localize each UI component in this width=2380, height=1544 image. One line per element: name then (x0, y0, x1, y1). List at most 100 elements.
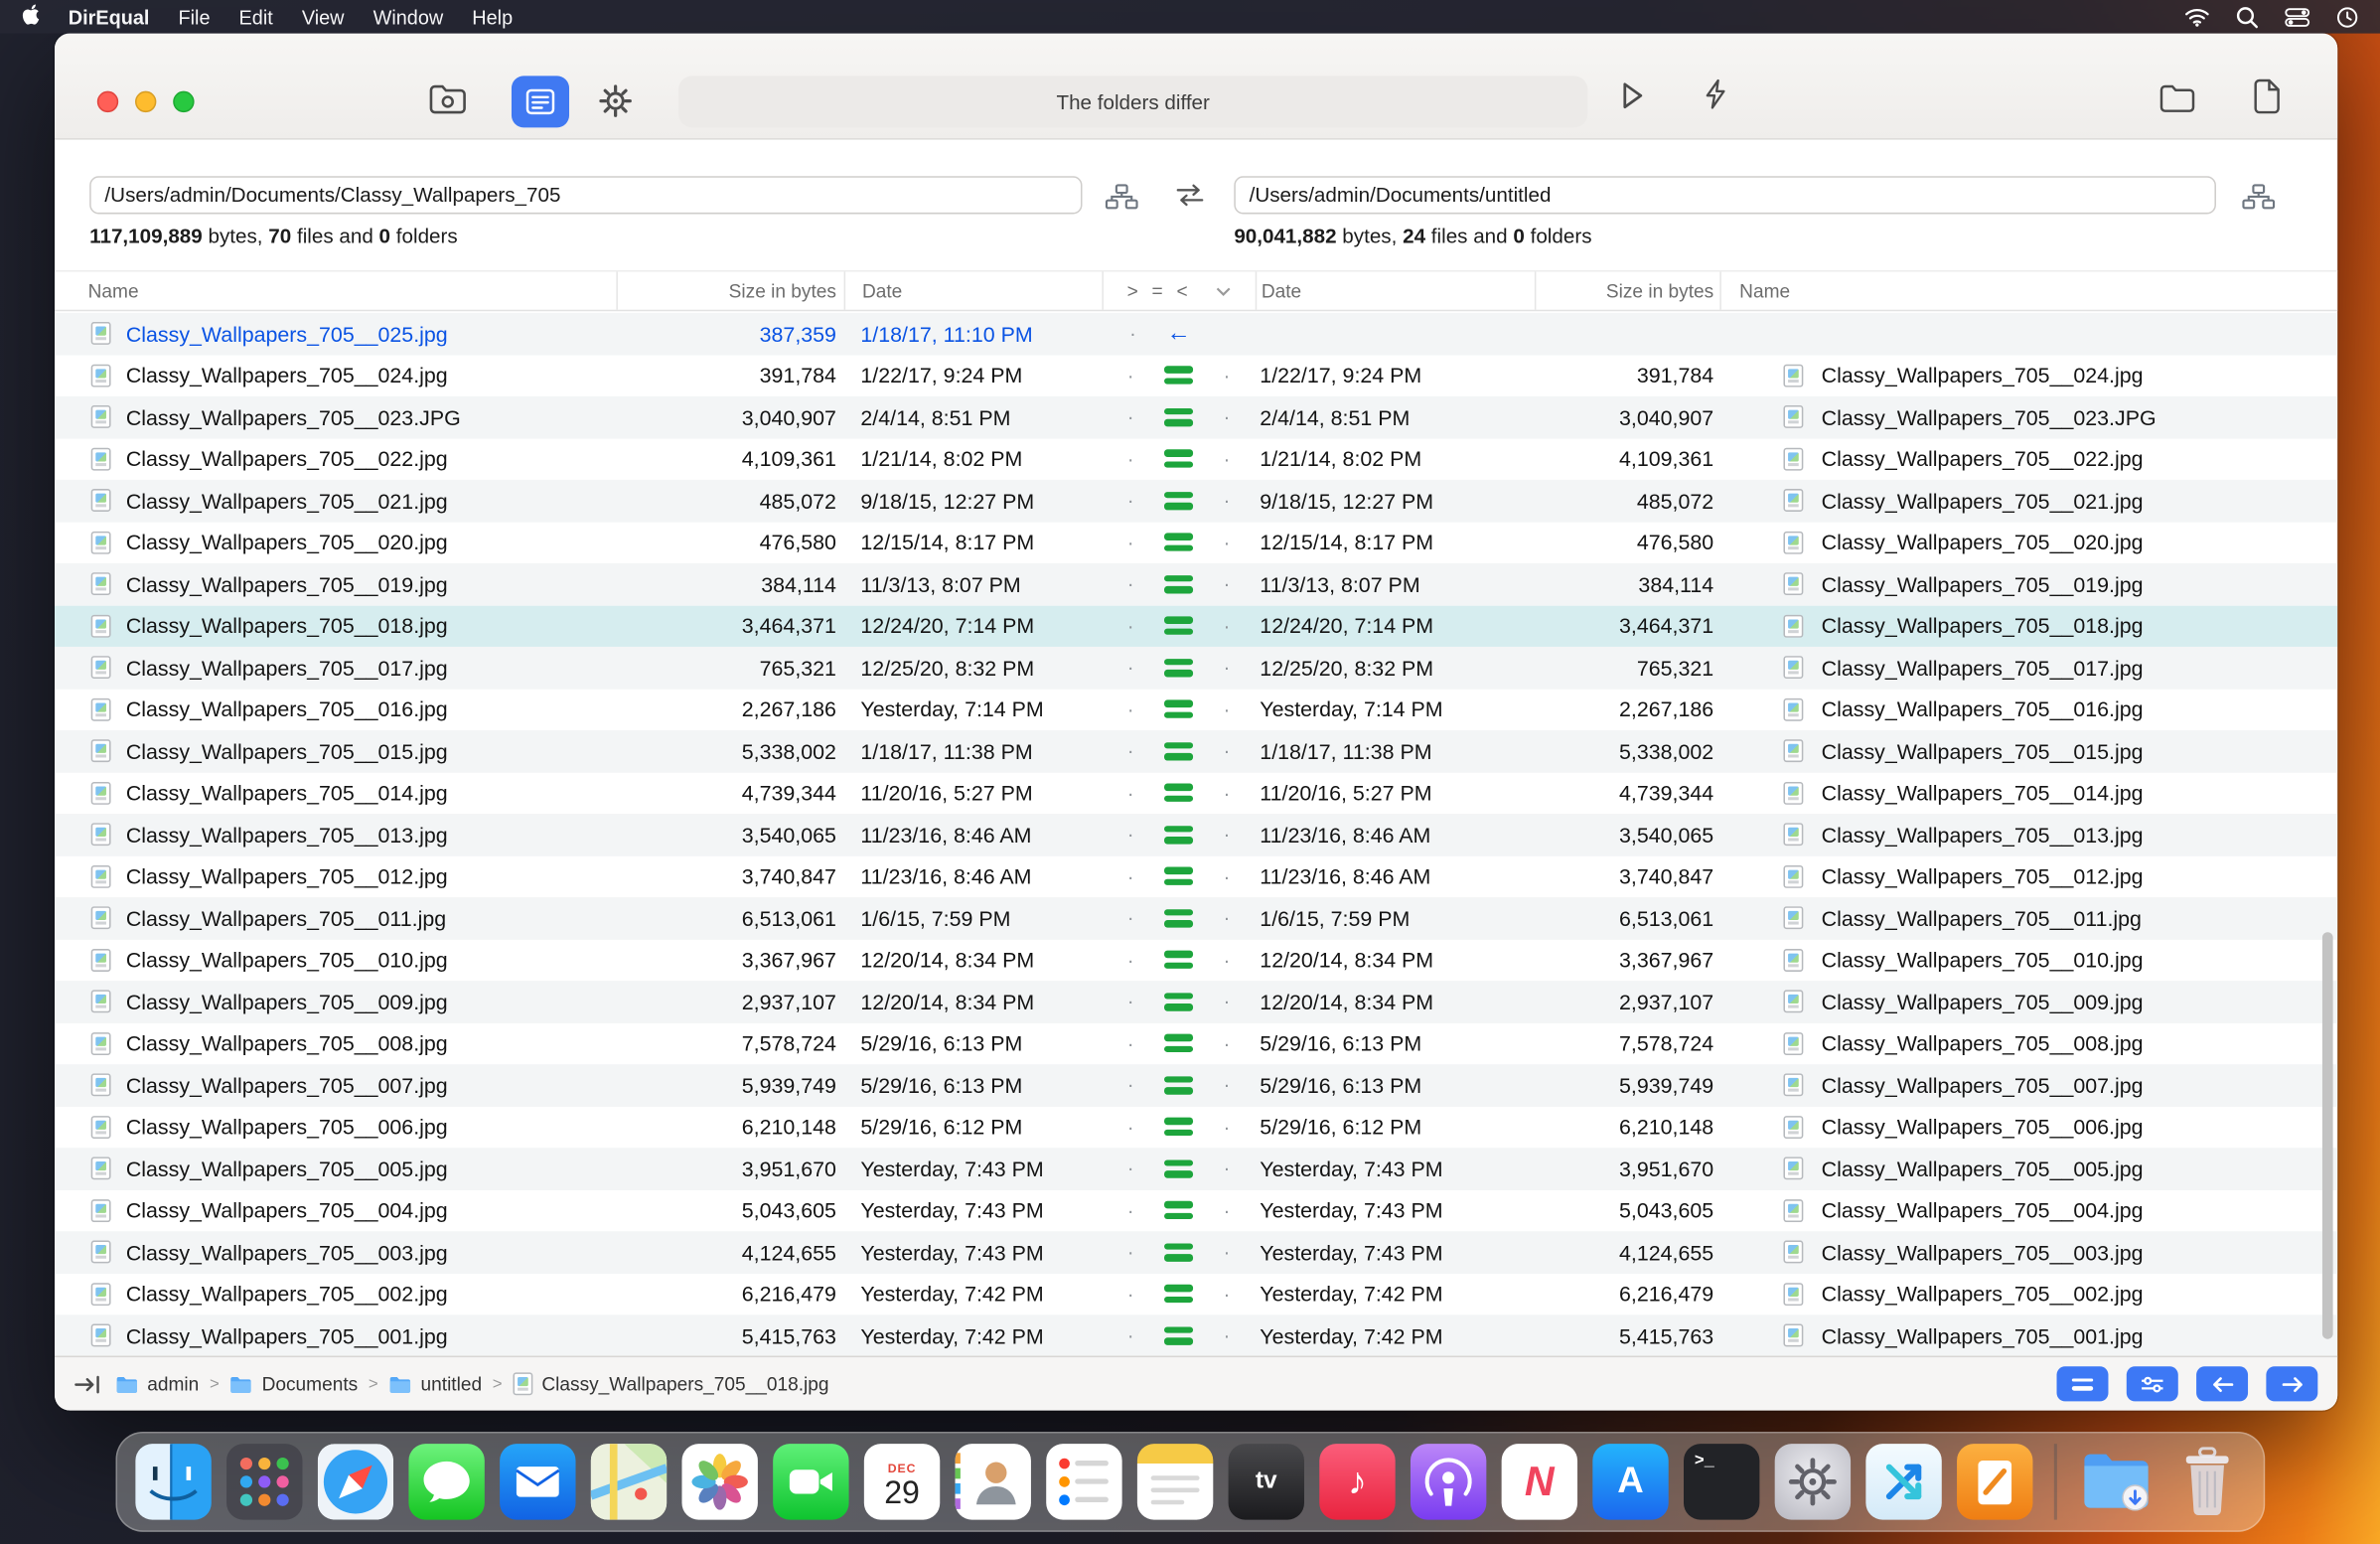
table-row[interactable]: Classy_Wallpapers_705__018.jpg 3,464,371… (55, 604, 2338, 647)
dock-finder-icon[interactable] (135, 1444, 212, 1520)
size-cell-left: 5,939,749 (741, 1072, 836, 1098)
copy-left-button[interactable] (2196, 1366, 2249, 1402)
chevron-down-icon[interactable] (1217, 286, 1232, 296)
menu-help[interactable]: Help (472, 5, 513, 28)
apple-menu-icon[interactable] (21, 3, 40, 31)
table-row[interactable]: Classy_Wallpapers_705__006.jpg 6,210,148… (55, 1106, 2337, 1148)
show-equal-filter-button[interactable] (2056, 1366, 2109, 1402)
table-row[interactable]: Classy_Wallpapers_705__012.jpg 3,740,847… (55, 855, 2337, 897)
copy-right-button[interactable] (2266, 1366, 2318, 1402)
equal-icon (1164, 950, 1194, 970)
table-row[interactable]: Classy_Wallpapers_705__011.jpg 6,513,061… (55, 897, 2338, 940)
quick-sync-button[interactable] (1703, 77, 1728, 111)
dock-music-icon[interactable]: ♪ (1319, 1444, 1396, 1520)
dock-mail-icon[interactable] (500, 1444, 576, 1520)
dock-direqual-icon[interactable] (1865, 1444, 1942, 1520)
menu-view[interactable]: View (302, 5, 345, 28)
table-row[interactable]: Classy_Wallpapers_705__017.jpg 765,321 1… (55, 646, 2338, 689)
dock-notes-icon[interactable] (1136, 1444, 1214, 1520)
reveal-folder-button[interactable] (2158, 83, 2196, 114)
table-row[interactable]: Classy_Wallpapers_705__023.JPG 3,040,907… (55, 395, 2338, 438)
table-row[interactable]: Classy_Wallpapers_705__020.jpg 476,580 1… (55, 522, 2337, 563)
table-row[interactable]: Classy_Wallpapers_705__015.jpg 5,338,002… (55, 729, 2338, 773)
control-center-icon[interactable] (2285, 7, 2310, 27)
dock-messages-icon[interactable] (408, 1444, 485, 1520)
dock-apple-tv-icon[interactable]: tv (1228, 1444, 1304, 1520)
dock-maps-icon[interactable] (590, 1444, 668, 1520)
table-row[interactable]: Classy_Wallpapers_705__010.jpg 3,367,967… (55, 939, 2337, 981)
dock-calendar-icon[interactable]: DEC 29 (863, 1444, 941, 1520)
wifi-icon[interactable] (2184, 7, 2210, 27)
breadcrumb-documents[interactable]: Documents (229, 1373, 358, 1395)
spotlight-search-icon[interactable] (2236, 5, 2259, 28)
table-row[interactable]: Classy_Wallpapers_705__005.jpg 3,951,670… (55, 1148, 2338, 1190)
zoom-button[interactable] (173, 90, 195, 113)
left-path-field[interactable]: /Users/admin/Documents/Classy_Wallpapers… (89, 176, 1083, 215)
table-row[interactable]: Classy_Wallpapers_705__002.jpg 6,216,479… (55, 1273, 2337, 1314)
file-icon (90, 906, 111, 930)
table-row[interactable]: Classy_Wallpapers_705__014.jpg 4,739,344… (55, 772, 2337, 814)
dock-app-store-icon[interactable]: A (1592, 1444, 1669, 1520)
table-row[interactable]: Classy_Wallpapers_705__022.jpg 4,109,361… (55, 438, 2337, 480)
table-row[interactable]: Classy_Wallpapers_705__024.jpg 391,784 1… (55, 355, 2337, 396)
menu-window[interactable]: Window (373, 5, 444, 28)
dock-photos-icon[interactable] (681, 1444, 758, 1520)
table-row[interactable]: Classy_Wallpapers_705__004.jpg 5,043,605… (55, 1189, 2337, 1231)
right-path-field[interactable]: /Users/admin/Documents/untitled (1234, 176, 2216, 215)
dock-system-preferences-icon[interactable] (1774, 1444, 1852, 1520)
table-row[interactable]: Classy_Wallpapers_705__003.jpg 4,124,655… (55, 1231, 2338, 1274)
table-row[interactable]: Classy_Wallpapers_705__019.jpg 384,114 1… (55, 562, 2338, 605)
name-cell-left: Classy_Wallpapers_705__008.jpg (55, 1031, 616, 1055)
status-dot: · (1223, 1323, 1231, 1347)
dock-contacts-icon[interactable] (955, 1444, 1031, 1520)
breadcrumb-admin[interactable]: admin (115, 1373, 199, 1395)
table-row[interactable]: Classy_Wallpapers_705__008.jpg 7,578,724… (55, 1022, 2337, 1064)
table-row[interactable]: Classy_Wallpapers_705__001.jpg 5,415,763… (55, 1314, 2338, 1357)
status-dot: · (1223, 864, 1231, 888)
report-document-button[interactable] (2253, 78, 2282, 114)
dock-trash-icon[interactable] (2168, 1444, 2244, 1519)
run-comparison-button[interactable] (1615, 78, 1649, 112)
table-row[interactable]: Classy_Wallpapers_705__016.jpg 2,267,186… (55, 689, 2337, 730)
table-row[interactable]: Classy_Wallpapers_705__013.jpg 3,540,065… (55, 814, 2338, 856)
size-cell-right: 5,415,763 (1618, 1323, 1714, 1348)
size-cell-left: 3,464,371 (741, 613, 836, 639)
table-row[interactable]: Classy_Wallpapers_705__007.jpg 5,939,749… (55, 1064, 2338, 1107)
status-dot: · (1223, 697, 1231, 721)
settings-button[interactable] (598, 83, 633, 118)
jump-to-selection-icon[interactable] (74, 1373, 102, 1394)
menu-file[interactable]: File (178, 5, 210, 28)
equal-icon (1164, 574, 1194, 594)
equal-icon (1164, 491, 1194, 511)
breadcrumb-file[interactable]: Classy_Wallpapers_705__018.jpg (513, 1372, 829, 1396)
dock-facetime-icon[interactable] (773, 1444, 849, 1520)
menu-app-name[interactable]: DirEqual (69, 5, 150, 28)
dock-terminal-icon[interactable]: >_ (1684, 1444, 1760, 1520)
table-row[interactable]: Classy_Wallpapers_705__009.jpg 2,937,107… (55, 981, 2338, 1023)
status-dot: · (1126, 1282, 1134, 1306)
dock-safari-icon[interactable] (317, 1444, 394, 1520)
compare-cell: · ← · (1102, 449, 1255, 469)
dock-launchpad-icon[interactable] (226, 1444, 303, 1520)
dock-pages-icon[interactable] (1957, 1444, 2033, 1520)
clock-icon[interactable] (2336, 5, 2359, 28)
close-button[interactable] (96, 90, 119, 113)
dock-podcasts-icon[interactable] (1410, 1444, 1487, 1520)
dock-news-icon[interactable]: N (1501, 1444, 1578, 1520)
minimize-button[interactable] (134, 90, 157, 113)
breadcrumb-untitled[interactable]: untitled (388, 1373, 482, 1395)
dock-downloads-icon[interactable] (2078, 1444, 2154, 1519)
dock-reminders-icon[interactable] (1046, 1444, 1122, 1520)
menu-edit[interactable]: Edit (239, 5, 273, 28)
scrollbar-thumb[interactable] (2321, 932, 2333, 1339)
size-cell-right: 5,043,605 (1618, 1198, 1714, 1223)
right-browse-hierarchy-button[interactable] (2236, 181, 2282, 212)
select-folders-button[interactable] (428, 83, 468, 115)
left-browse-hierarchy-button[interactable] (1099, 181, 1144, 212)
table-row[interactable]: Classy_Wallpapers_705__025.jpg 387,359 1… (55, 312, 2338, 355)
compare-button[interactable] (511, 76, 570, 128)
date-cell-right: 12/15/14, 8:17 PM (1260, 530, 1434, 555)
swap-paths-button[interactable] (1175, 184, 1206, 215)
filter-options-button[interactable] (2126, 1366, 2178, 1402)
table-row[interactable]: Classy_Wallpapers_705__021.jpg 485,072 9… (55, 479, 2338, 522)
